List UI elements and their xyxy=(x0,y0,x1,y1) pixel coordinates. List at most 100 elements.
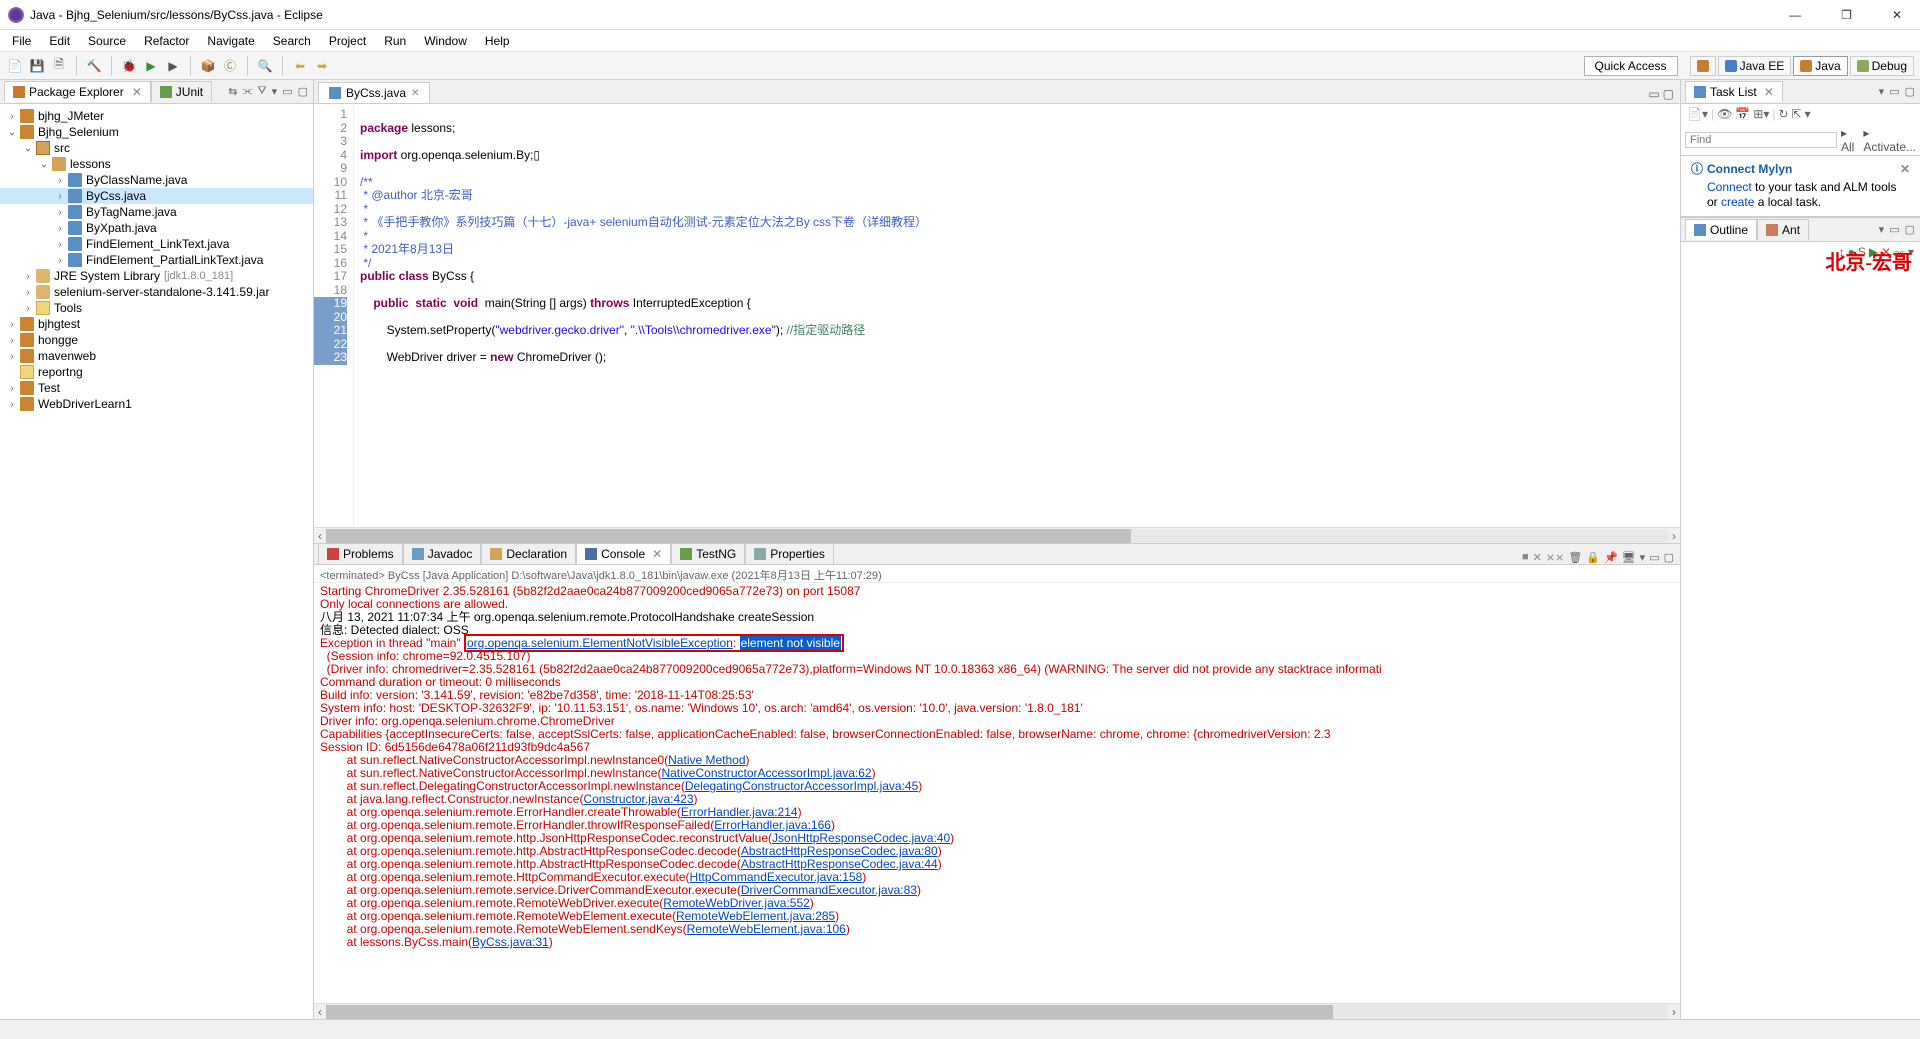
maximize-icon[interactable]: ▢ xyxy=(1663,87,1674,101)
removeall-icon[interactable]: ⨯⨯ xyxy=(1546,551,1564,564)
menu-run[interactable]: Run xyxy=(376,32,414,50)
new-icon[interactable]: 📄 xyxy=(6,57,24,75)
tasklist-tab[interactable]: Task List✕ xyxy=(1685,81,1783,102)
junit-tab[interactable]: JUnit xyxy=(151,81,212,102)
save-icon[interactable]: 💾 xyxy=(28,57,46,75)
close-button[interactable]: ✕ xyxy=(1882,8,1912,22)
maximize-view-icon[interactable]: ▢ xyxy=(297,84,309,99)
minimize-button[interactable]: — xyxy=(1779,8,1811,22)
menu-icon[interactable]: ▾ xyxy=(1878,222,1886,237)
menu-navigate[interactable]: Navigate xyxy=(199,32,262,50)
maximize-button[interactable]: ❐ xyxy=(1831,8,1862,22)
menu-icon[interactable]: ▾ xyxy=(1878,84,1886,99)
minimize-icon[interactable]: ▭ xyxy=(1649,551,1659,564)
open-perspective-button[interactable] xyxy=(1690,56,1716,76)
code-editor[interactable]: 12349 101112131415161718 1920212223 pack… xyxy=(314,104,1680,527)
status-bar xyxy=(0,1019,1920,1039)
find-input[interactable] xyxy=(1685,132,1837,148)
menu-project[interactable]: Project xyxy=(321,32,374,50)
console-output[interactable]: Starting ChromeDriver 2.35.528161 (5b82f… xyxy=(314,583,1680,1003)
menu-source[interactable]: Source xyxy=(80,32,134,50)
project-node: ›bjhgtest xyxy=(0,316,313,332)
ant-tab[interactable]: Ant xyxy=(1757,219,1809,240)
project-node: ›Test xyxy=(0,380,313,396)
minimize-icon[interactable]: ▭ xyxy=(1888,222,1900,237)
menu-refactor[interactable]: Refactor xyxy=(136,32,197,50)
maximize-icon[interactable]: ▢ xyxy=(1664,551,1674,564)
maximize-icon[interactable]: ▢ xyxy=(1904,222,1916,237)
scroll-lock-icon[interactable]: 🔒 xyxy=(1586,551,1600,564)
sync-icon[interactable]: ↻ xyxy=(1778,107,1788,121)
tab-testng[interactable]: TestNG xyxy=(671,543,745,564)
activate-link[interactable]: ▸ Activate... xyxy=(1863,126,1916,154)
collapse-icon[interactable]: ⇆ xyxy=(227,84,238,99)
debug-icon xyxy=(1857,60,1869,72)
new-task-icon[interactable]: 📄▾ xyxy=(1687,107,1708,121)
java-icon xyxy=(68,205,82,219)
minimize-icon[interactable]: ▭ xyxy=(1648,87,1659,101)
hide-icon[interactable]: ▾ xyxy=(1805,107,1811,121)
back-icon[interactable]: ⬅ xyxy=(291,57,309,75)
package-explorer-tab[interactable]: Package Explorer✕ xyxy=(4,81,151,102)
menu-help[interactable]: Help xyxy=(477,32,518,50)
grid-icon xyxy=(1697,60,1709,72)
create-link[interactable]: create xyxy=(1721,195,1754,209)
quick-access[interactable]: Quick Access xyxy=(1584,56,1678,76)
terminate-icon[interactable]: ■ xyxy=(1522,551,1529,564)
bottom-tabs: Problems Javadoc Declaration Console✕ Te… xyxy=(314,543,1680,565)
java-icon xyxy=(329,87,341,99)
code-content[interactable]: package lessons; import org.openqa.selen… xyxy=(354,104,1680,527)
close-icon[interactable]: ✕ xyxy=(1900,162,1910,177)
tab-console[interactable]: Console✕ xyxy=(576,543,671,564)
new-package-icon[interactable]: 📦 xyxy=(199,57,217,75)
console-hscroll[interactable]: ‹› xyxy=(314,1003,1680,1019)
search-icon[interactable]: 🔍 xyxy=(256,57,274,75)
perspective-java[interactable]: Java xyxy=(1793,56,1847,76)
tab-javadoc[interactable]: Javadoc xyxy=(403,543,482,564)
outline-tab[interactable]: Outline xyxy=(1685,219,1757,240)
categorize-icon[interactable]: 👁 xyxy=(1717,107,1732,121)
separator xyxy=(111,56,112,76)
forward-icon[interactable]: ➡ xyxy=(313,57,331,75)
focus-icon[interactable]: ⊞▾ xyxy=(1753,107,1769,121)
tab-problems[interactable]: Problems xyxy=(318,543,403,564)
pin-icon[interactable]: 📌 xyxy=(1604,551,1618,564)
tab-declaration[interactable]: Declaration xyxy=(481,543,576,564)
saveall-icon[interactable]: 🗎 xyxy=(50,57,68,75)
info-icon: ⓘ xyxy=(1691,162,1703,177)
build-icon[interactable]: 🔨 xyxy=(85,57,103,75)
menu-file[interactable]: File xyxy=(4,32,39,50)
menu-icon[interactable]: ▾ xyxy=(271,84,279,99)
schedule-icon[interactable]: 📅 xyxy=(1735,107,1750,121)
remove-icon[interactable]: ✕ xyxy=(1533,551,1542,564)
editor-tab-bycss[interactable]: ByCss.java✕ xyxy=(318,82,430,103)
menu-search[interactable]: Search xyxy=(265,32,319,50)
run-icon[interactable]: ▶ xyxy=(142,57,160,75)
package-tree[interactable]: ›bjhg_JMeter ⌄Bjhg_Selenium ⌄src ⌄lesson… xyxy=(0,104,313,1019)
filter-icon[interactable]: ⛛ xyxy=(256,84,267,99)
debug-icon[interactable]: 🐞 xyxy=(120,57,138,75)
display-icon[interactable]: 🖥 xyxy=(1622,551,1636,564)
open-console-icon[interactable]: ▾ xyxy=(1640,551,1646,564)
coverage-icon[interactable]: ▶ xyxy=(164,57,182,75)
separator xyxy=(247,56,248,76)
editor-hscroll[interactable]: ‹› xyxy=(314,527,1680,543)
new-class-icon[interactable]: Ⓒ xyxy=(221,57,239,75)
tab-properties[interactable]: Properties xyxy=(745,543,834,564)
perspective-debug[interactable]: Debug xyxy=(1850,56,1914,76)
link-icon[interactable]: ⫘ xyxy=(242,84,254,99)
console-icon xyxy=(585,548,597,560)
connect-link[interactable]: Connect xyxy=(1707,180,1752,194)
collapse-icon[interactable]: ⇱ xyxy=(1792,107,1802,121)
menu-edit[interactable]: Edit xyxy=(41,32,78,50)
all-filter[interactable]: ▸ All xyxy=(1841,126,1859,154)
minimize-view-icon[interactable]: ▭ xyxy=(281,84,293,99)
project-icon xyxy=(20,333,34,347)
close-tab-icon[interactable]: ✕ xyxy=(411,88,419,99)
clear-icon[interactable]: 🗑 xyxy=(1568,551,1582,564)
minimize-icon[interactable]: ▭ xyxy=(1888,84,1900,99)
properties-icon xyxy=(754,548,766,560)
maximize-icon[interactable]: ▢ xyxy=(1904,84,1916,99)
perspective-javaee[interactable]: Java EE xyxy=(1718,56,1792,76)
menu-window[interactable]: Window xyxy=(416,32,475,50)
